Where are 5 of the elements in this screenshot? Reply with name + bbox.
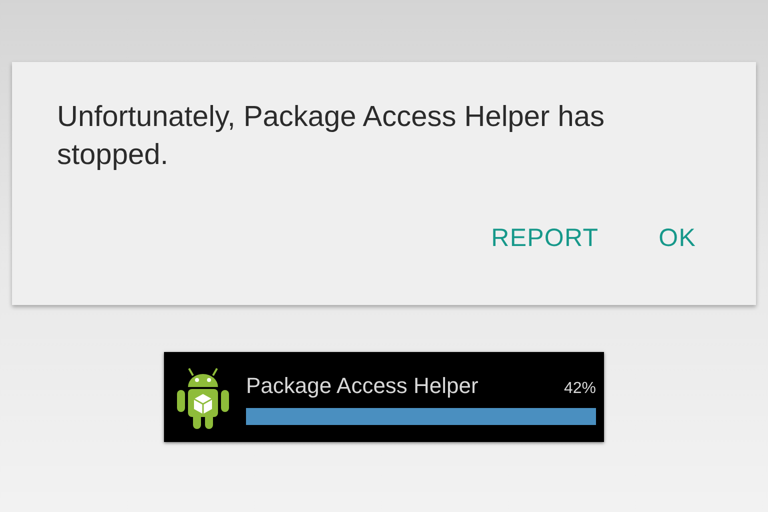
dialog-button[interactable]: OK [658,220,696,258]
dialog-button[interactable]: REPORT [491,220,599,258]
error-message: Unfortunately, Package Access Helper has stopped. [57,100,606,173]
progress-percent: 42% [564,379,596,399]
notification-title: Package Access Helper [246,372,478,400]
